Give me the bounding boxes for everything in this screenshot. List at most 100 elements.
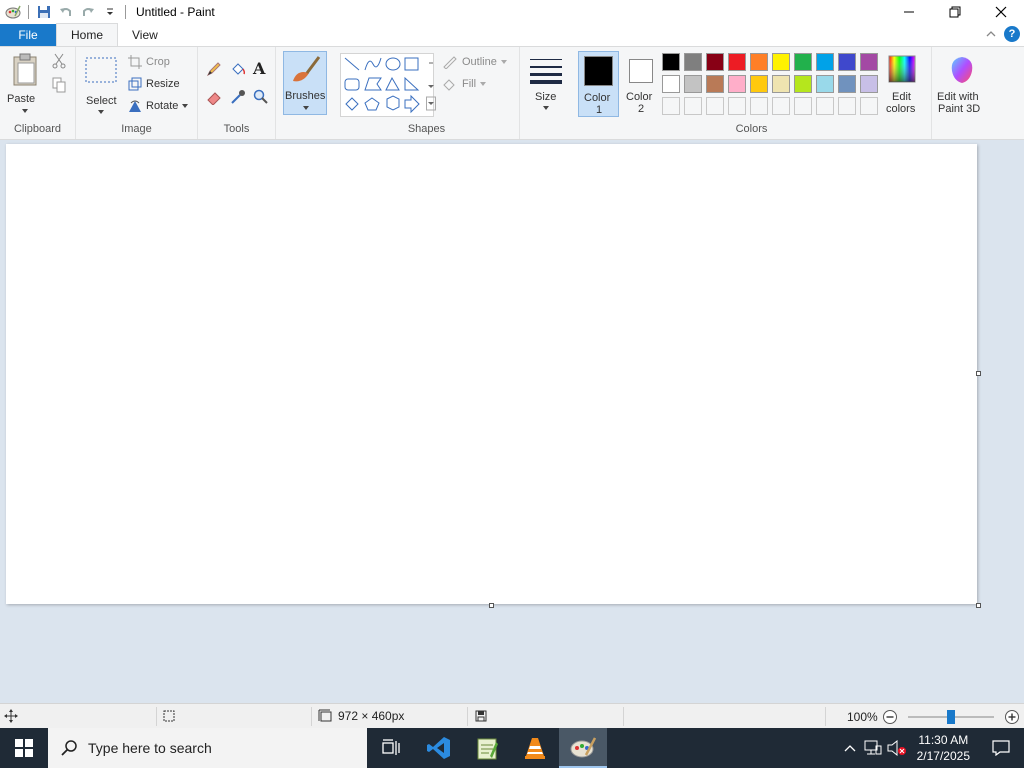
color-picker-icon[interactable] <box>230 89 248 107</box>
palette-swatch[interactable] <box>728 75 746 93</box>
shapes-scroll[interactable] <box>426 53 436 117</box>
undo-icon[interactable] <box>55 1 77 23</box>
edit-with-paint3d-button[interactable]: Edit with Paint 3D <box>934 51 990 117</box>
copy-icon[interactable] <box>51 77 69 93</box>
customize-qat-dropdown-icon[interactable] <box>99 1 121 23</box>
help-icon[interactable]: ? <box>1004 26 1020 42</box>
zoom-in-button[interactable] <box>1004 709 1020 728</box>
palette-swatch[interactable] <box>860 53 878 71</box>
chevron-down-icon <box>182 104 189 108</box>
taskbar-clock[interactable]: 11:30 AM 2/17/2025 <box>909 732 978 764</box>
shapes-gallery-icons[interactable] <box>341 54 435 118</box>
palette-custom-slot[interactable] <box>772 97 790 115</box>
palette-swatch[interactable] <box>772 53 790 71</box>
fill-bucket-icon[interactable] <box>230 61 248 79</box>
select-button[interactable]: Select <box>82 51 120 115</box>
paste-button[interactable]: Paste <box>6 51 46 115</box>
tab-home[interactable]: Home <box>56 23 119 46</box>
palette-custom-slot[interactable] <box>816 97 834 115</box>
tools-group-label: Tools <box>223 123 250 135</box>
rotate-button[interactable]: Rotate <box>128 99 189 113</box>
palette-custom-slot[interactable] <box>662 97 680 115</box>
palette-swatch[interactable] <box>706 53 724 71</box>
palette-swatch[interactable] <box>728 53 746 71</box>
drawing-canvas[interactable] <box>6 144 977 604</box>
volume-button[interactable] <box>885 740 909 756</box>
taskbar-notepad-plus-plus[interactable] <box>463 728 511 768</box>
resize-button[interactable]: Resize <box>128 77 180 91</box>
palette-custom-slot[interactable] <box>860 97 878 115</box>
paint3d-icon <box>951 57 973 83</box>
cut-icon[interactable] <box>51 53 69 69</box>
palette-custom-slot[interactable] <box>706 97 724 115</box>
canvas-resize-handle-bottom[interactable] <box>489 603 494 608</box>
notifications-button[interactable] <box>978 740 1024 756</box>
show-hidden-icons-button[interactable] <box>839 744 861 752</box>
palette-swatch[interactable] <box>816 75 834 93</box>
palette-swatch[interactable] <box>662 75 680 93</box>
palette-custom-slot[interactable] <box>794 97 812 115</box>
chevron-down-icon <box>303 106 309 110</box>
pencil-icon[interactable] <box>206 61 224 79</box>
search-icon <box>61 740 77 756</box>
palette-swatch[interactable] <box>706 75 724 93</box>
fill-label: Fill <box>462 78 477 90</box>
save-icon[interactable] <box>33 1 55 23</box>
qat-separator <box>125 5 126 19</box>
palette-swatch[interactable] <box>794 75 812 93</box>
outline-button[interactable]: Outline <box>442 55 507 69</box>
fill-button[interactable]: Fill <box>442 77 487 91</box>
taskbar-vscode[interactable] <box>415 728 463 768</box>
size-button[interactable]: Size <box>526 51 566 115</box>
minimize-button[interactable] <box>886 0 932 24</box>
tab-view[interactable]: View <box>118 24 172 46</box>
taskbar-paint[interactable] <box>559 728 607 768</box>
start-button[interactable] <box>0 728 48 768</box>
color2-button[interactable]: Color 2 <box>622 51 662 117</box>
palette-swatch[interactable] <box>794 53 812 71</box>
brushes-group: Brushes <box>276 47 334 139</box>
color1-button[interactable]: Color 1 <box>578 51 619 117</box>
network-button[interactable] <box>861 740 885 756</box>
canvas-resize-handle-right[interactable] <box>976 371 981 376</box>
magnifier-icon[interactable] <box>253 89 271 107</box>
palette-swatch[interactable] <box>860 75 878 93</box>
maximize-button[interactable] <box>932 0 978 24</box>
palette-swatch[interactable] <box>750 53 768 71</box>
text-tool-icon[interactable]: A <box>253 59 265 78</box>
edit-colors-button[interactable]: Edit colors <box>880 51 926 117</box>
redo-icon[interactable] <box>77 1 99 23</box>
status-separator <box>623 707 624 726</box>
palette-swatch[interactable] <box>838 75 856 93</box>
zoom-out-button[interactable] <box>882 709 898 728</box>
shapes-group: Outline Fill Shapes <box>334 47 520 139</box>
taskbar-search-box[interactable]: Type here to search <box>48 728 367 768</box>
palette-custom-slot[interactable] <box>728 97 746 115</box>
palette-swatch[interactable] <box>662 53 680 71</box>
task-view-button[interactable] <box>367 728 415 768</box>
palette-swatch[interactable] <box>838 53 856 71</box>
palette-swatch[interactable] <box>684 53 702 71</box>
zoom-slider-thumb[interactable] <box>947 710 955 724</box>
eraser-icon[interactable] <box>206 89 224 107</box>
close-button[interactable] <box>978 0 1024 24</box>
palette-custom-slot[interactable] <box>838 97 856 115</box>
minimize-ribbon-icon[interactable] <box>986 27 996 41</box>
palette-swatch[interactable] <box>772 75 790 93</box>
palette-custom-slot[interactable] <box>684 97 702 115</box>
palette-swatch[interactable] <box>684 75 702 93</box>
file-menu-button[interactable]: File <box>0 24 56 46</box>
palette-swatch[interactable] <box>750 75 768 93</box>
palette-custom-slot[interactable] <box>750 97 768 115</box>
paint-app-icon[interactable] <box>2 1 24 23</box>
shapes-group-label: Shapes <box>407 123 446 135</box>
crop-button[interactable]: Crop <box>128 55 170 69</box>
brushes-button[interactable]: Brushes <box>283 51 327 115</box>
palette-swatch[interactable] <box>816 53 834 71</box>
notification-center-icon <box>992 740 1010 756</box>
edit-colors-label-2: colors <box>886 103 916 115</box>
taskbar-vlc[interactable] <box>511 728 559 768</box>
canvas-resize-handle-corner[interactable] <box>976 603 981 608</box>
size-label: Size <box>535 91 557 103</box>
system-tray: 11:30 AM 2/17/2025 <box>839 728 1024 768</box>
